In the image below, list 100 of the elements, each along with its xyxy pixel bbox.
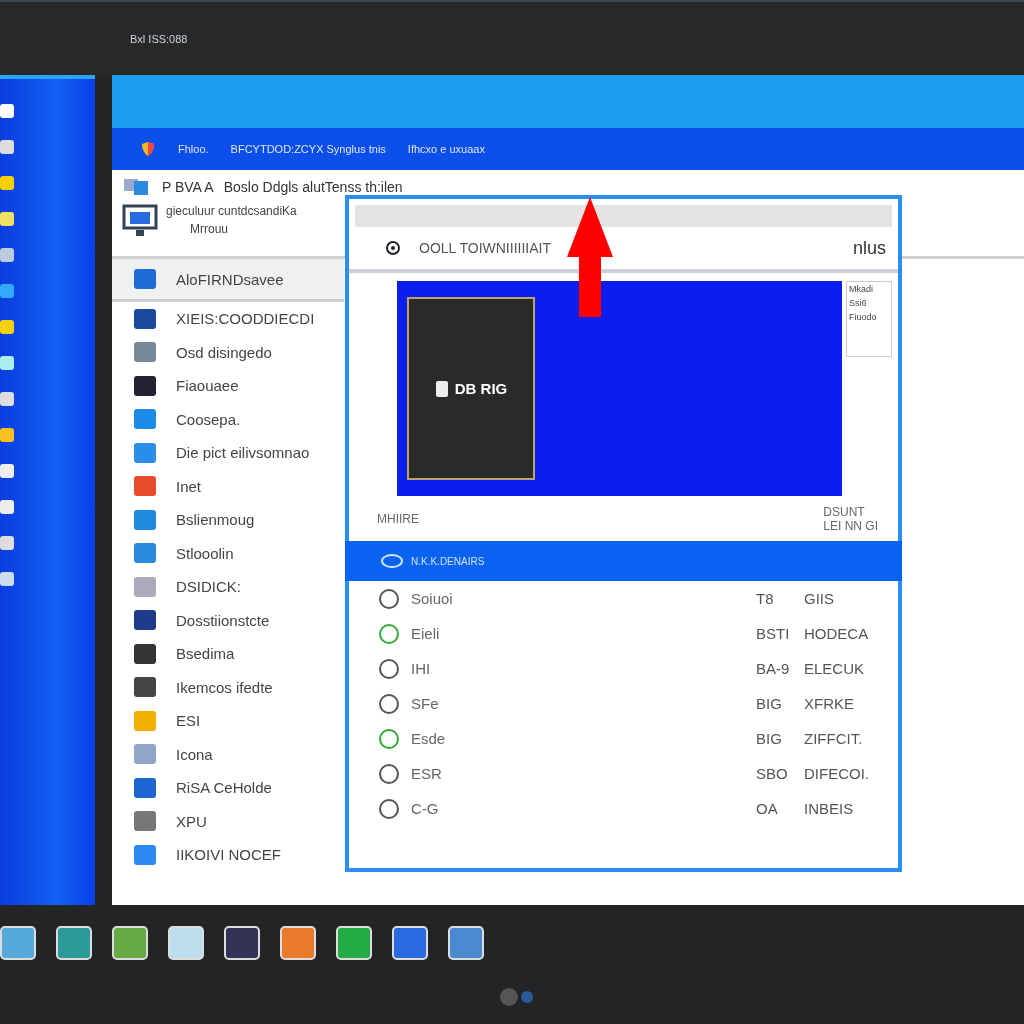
row-icon (377, 587, 401, 610)
shield-icon (140, 141, 156, 157)
app-icon[interactable] (0, 104, 14, 118)
row-value: GIIS (804, 590, 835, 607)
row-name: Soiuoi (411, 590, 454, 607)
app-icon[interactable] (0, 356, 14, 370)
taskbar-icon[interactable] (56, 925, 92, 960)
sidebar-item[interactable]: Bslienmoug (112, 503, 344, 537)
row-icon (377, 762, 401, 785)
monitor-icon (122, 204, 158, 238)
item-icon (134, 476, 156, 497)
row-name: SFe (411, 695, 440, 712)
taskbar-icon[interactable] (280, 925, 316, 960)
app-icon[interactable] (0, 500, 14, 514)
item-icon (134, 610, 156, 631)
item-icon (134, 409, 156, 430)
header-text: BFCYTDOD:ZCYX Synglus tnis (230, 143, 386, 155)
badge-icon (381, 554, 403, 568)
row-value: ZIFFCIT. (804, 730, 864, 747)
sidebar-item[interactable]: DSIDICK: (112, 570, 344, 604)
header-text: Fhloo. (178, 143, 209, 155)
toolbar-label: P BVA A (162, 179, 214, 195)
item-icon (134, 643, 156, 664)
row-value: DIFECOI. (804, 765, 870, 782)
taskbar-icon[interactable] (0, 925, 36, 960)
row-code: BIG (756, 730, 783, 747)
app-icon[interactable] (0, 320, 14, 334)
sidebar-item[interactable]: AloFIRNDsavee (112, 259, 344, 302)
row-name: IHI (411, 660, 432, 677)
row-name: ESR (411, 765, 443, 782)
item-icon (134, 677, 156, 698)
app-icon[interactable] (0, 536, 14, 550)
taskbar-icon[interactable] (224, 925, 260, 960)
dialog-action[interactable]: nlus (852, 237, 886, 259)
footer-text: MHIIRE (377, 511, 419, 526)
sidebar-item[interactable]: ESI (112, 704, 344, 738)
row-name: Esde (411, 730, 447, 747)
app-icon[interactable] (0, 464, 14, 478)
row-code: OA (756, 800, 779, 817)
app-icon[interactable] (0, 248, 14, 262)
footer-text: DSUNT (823, 504, 865, 519)
row-code: BIG (756, 695, 783, 712)
row-name: Eieli (411, 625, 441, 642)
sidebar-item[interactable]: Icona (112, 737, 344, 771)
row-value: HODECA (804, 625, 870, 642)
app-icon[interactable] (0, 572, 14, 586)
app-icon[interactable] (0, 284, 14, 298)
card-label: DB RIG (454, 380, 508, 397)
app-icon[interactable] (0, 176, 14, 190)
row-value: ELECUK (804, 660, 866, 677)
sidebar-item[interactable]: RiSA CeHolde (112, 771, 344, 805)
header-text: Ifhcxo e uxuaax (407, 143, 485, 155)
sidebar-item[interactable]: Bsedima (112, 637, 344, 671)
side-text: Ssi6 (849, 298, 868, 308)
item-icon (134, 543, 156, 564)
file-icon (434, 379, 449, 398)
path-text: Boslo Ddgls alutTenss th:ilen (223, 179, 403, 195)
row-code: SBO (756, 765, 789, 782)
row-value: XFRKE (804, 695, 855, 712)
item-icon (134, 576, 156, 597)
subtitle-text: Mrrouu (190, 222, 229, 236)
sidebar-item[interactable]: Stlooolin (112, 536, 344, 570)
item-icon (134, 375, 156, 396)
sidebar-item[interactable]: Osd disingedo (112, 335, 344, 369)
side-text: Mkadi (849, 284, 874, 294)
item-icon (134, 744, 156, 765)
taskbar-icon[interactable] (448, 925, 484, 960)
app-icon[interactable] (0, 212, 14, 226)
side-text: Fiuodo (849, 312, 878, 322)
bar-text: N.K.K.DENAIRS (411, 555, 485, 567)
app-icon[interactable] (0, 428, 14, 442)
item-icon (134, 777, 156, 798)
sidebar-item[interactable]: Ikemcos ifedte (112, 670, 344, 704)
row-code: BSTI (756, 625, 791, 642)
arrow-icon (565, 195, 615, 319)
taskbar-icon[interactable] (168, 925, 204, 960)
row-icon (377, 727, 401, 750)
sidebar-item[interactable]: IIKOIVI NOCEF (112, 838, 344, 872)
sidebar-item[interactable]: Inet (112, 469, 344, 503)
app-icon[interactable] (0, 140, 14, 154)
row-code: T8 (756, 590, 775, 607)
subtitle-text: gieculuur cuntdcsandiKa (166, 204, 297, 218)
sidebar-item[interactable]: XPU (112, 804, 344, 838)
row-value: INBEIS (804, 800, 855, 817)
item-icon (134, 811, 156, 832)
item-icon (134, 308, 156, 329)
taskbar-icon[interactable] (112, 925, 148, 960)
sidebar-item[interactable]: XIEIS:COODDIECDI (112, 302, 344, 336)
sidebar-item[interactable]: Die pict eilivsomnao (112, 436, 344, 470)
dialog-title: OOLL TOIWNIIIIIIAIT (419, 240, 552, 256)
row-icon (377, 692, 401, 715)
taskbar-icon[interactable] (392, 925, 428, 960)
item-icon (134, 710, 156, 731)
sidebar-item[interactable]: Fiaouaee (112, 369, 344, 403)
sidebar-item[interactable]: Dosstiionstcte (112, 603, 344, 637)
item-icon (134, 342, 156, 363)
taskbar-icon[interactable] (336, 925, 372, 960)
sidebar-item[interactable]: Coosepa. (112, 402, 344, 436)
screen-title: Bxl ISS:088 (130, 32, 188, 45)
app-icon[interactable] (0, 392, 14, 406)
